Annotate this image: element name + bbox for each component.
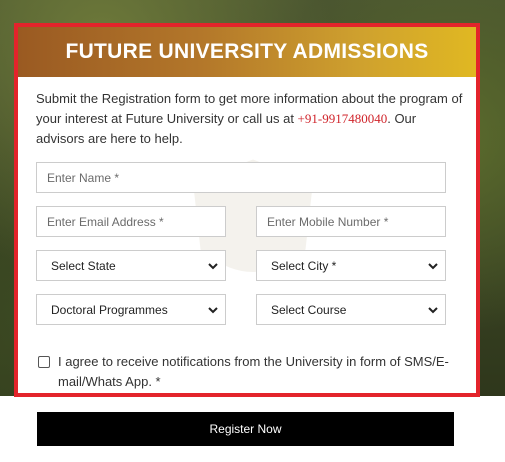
consent-row: I agree to receive notifications from th… [38, 352, 458, 392]
mobile-placeholder: Enter Mobile Number * [267, 214, 389, 229]
consent-label: I agree to receive notifications from th… [58, 354, 449, 389]
chevron-down-icon [428, 306, 438, 313]
course-select-value: Select Course [271, 302, 347, 317]
city-select[interactable]: Select City * [256, 250, 446, 281]
email-input[interactable]: Enter Email Address * [36, 206, 226, 237]
registration-form: FUTURE UNIVERSITY ADMISSIONS Submit the … [14, 23, 480, 397]
mobile-input[interactable]: Enter Mobile Number * [256, 206, 446, 237]
email-placeholder: Enter Email Address * [47, 214, 164, 229]
chevron-down-icon [208, 306, 218, 313]
chevron-down-icon [428, 262, 438, 269]
state-select[interactable]: Select State [36, 250, 226, 281]
name-placeholder: Enter Name * [47, 170, 120, 185]
programme-select[interactable]: Doctoral Programmes [36, 294, 226, 325]
name-input[interactable]: Enter Name * [36, 162, 446, 193]
state-select-value: Select State [51, 258, 116, 273]
phone-link[interactable]: +91-9917480040 [298, 111, 388, 126]
chevron-down-icon [208, 262, 218, 269]
city-select-value: Select City * [271, 258, 337, 273]
register-button[interactable]: Register Now [37, 412, 454, 446]
course-select[interactable]: Select Course [256, 294, 446, 325]
intro-paragraph: Submit the Registration form to get more… [36, 89, 466, 149]
programme-select-value: Doctoral Programmes [51, 302, 168, 317]
form-title: FUTURE UNIVERSITY ADMISSIONS [65, 40, 429, 63]
form-header: FUTURE UNIVERSITY ADMISSIONS [18, 27, 476, 77]
consent-checkbox[interactable] [38, 356, 50, 368]
